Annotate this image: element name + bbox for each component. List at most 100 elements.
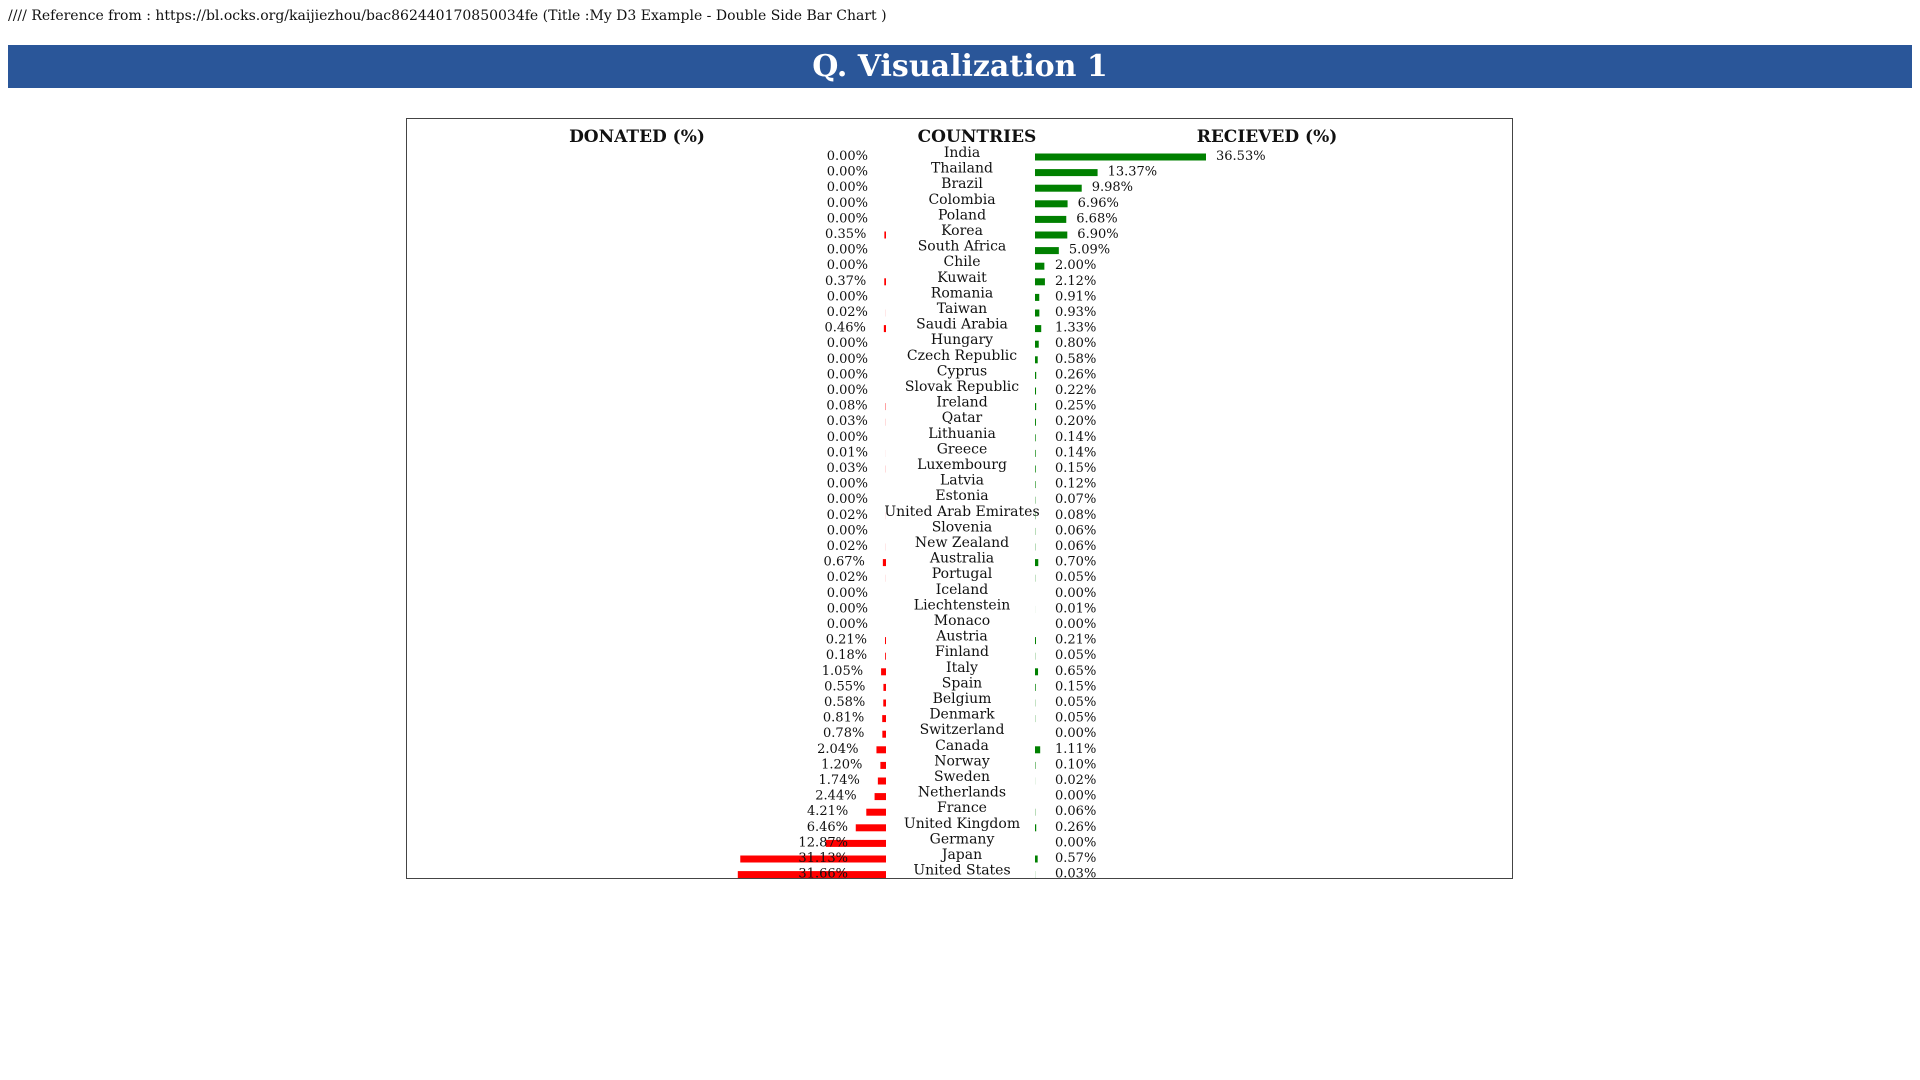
- received-bar: [1035, 403, 1037, 411]
- received-value-label: 0.12%: [1055, 477, 1096, 492]
- country-label: South Africa: [918, 239, 1007, 255]
- received-value-label: 0.26%: [1055, 820, 1096, 835]
- country-label: Brazil: [941, 176, 983, 192]
- received-bar: [1035, 449, 1036, 457]
- received-bar: [1035, 340, 1039, 348]
- country-label: Denmark: [929, 707, 995, 723]
- received-value-label: 0.08%: [1055, 508, 1096, 523]
- donated-bar: [884, 278, 886, 286]
- country-label: Hungary: [931, 332, 993, 348]
- received-value-label: 0.03%: [1055, 867, 1096, 878]
- header-received: RECIEVED (%): [1197, 127, 1338, 147]
- received-bar: [1035, 387, 1037, 395]
- chart-svg: DONATED (%) COUNTRIES RECIEVED (%) India…: [569, 127, 1338, 878]
- donated-bar: [884, 231, 886, 239]
- donated-bar: [882, 715, 886, 723]
- received-value-label: 0.05%: [1055, 570, 1096, 585]
- received-value-label: 36.53%: [1216, 149, 1266, 164]
- received-bar: [1035, 434, 1036, 442]
- received-value-label: 0.05%: [1055, 648, 1096, 663]
- received-value-label: 1.33%: [1055, 321, 1096, 336]
- donated-bar: [882, 730, 886, 738]
- chart-rows: India 0.00% 36.53% Thailand 0.00% 13.37% Brazi…: [737, 145, 1266, 878]
- received-bar: [1035, 278, 1045, 286]
- received-bar: [1035, 824, 1037, 832]
- country-label: United States: [913, 863, 1010, 878]
- country-label: Canada: [935, 738, 989, 754]
- donated-bar: [855, 824, 886, 832]
- received-bar: [1035, 153, 1206, 161]
- page-title: Q. Visualization 1: [812, 49, 1108, 84]
- received-value-label: 0.00%: [1055, 586, 1096, 601]
- donated-bar: [885, 652, 886, 660]
- donated-value-label: 31.66%: [798, 867, 848, 878]
- received-value-label: 6.96%: [1078, 196, 1119, 211]
- donated-value-label: 0.02%: [827, 539, 868, 554]
- donated-value-label: 2.44%: [815, 789, 856, 804]
- country-label: Monaco: [934, 613, 990, 629]
- received-bar: [1035, 746, 1041, 754]
- received-value-label: 0.05%: [1055, 695, 1096, 710]
- donated-bar: [885, 637, 886, 645]
- header-countries: COUNTRIES: [918, 127, 1037, 147]
- donated-value-label: 0.00%: [827, 149, 868, 164]
- received-bar: [1035, 247, 1059, 255]
- donated-value-label: 2.04%: [817, 742, 858, 757]
- donated-value-label: 0.00%: [827, 165, 868, 180]
- received-bar: [1035, 668, 1039, 676]
- country-label: Korea: [941, 223, 983, 239]
- received-value-label: 6.90%: [1077, 227, 1118, 242]
- donated-value-label: 0.00%: [827, 336, 868, 351]
- country-label: Slovak Republic: [905, 379, 1019, 395]
- received-value-label: 0.91%: [1055, 289, 1096, 304]
- country-label: New Zealand: [915, 535, 1009, 551]
- donated-bar: [882, 559, 886, 567]
- received-value-label: 0.00%: [1055, 789, 1096, 804]
- country-label: United Kingdom: [904, 816, 1020, 832]
- donated-value-label: 0.00%: [827, 367, 868, 382]
- received-value-label: 0.06%: [1055, 523, 1096, 538]
- country-label: Taiwan: [937, 301, 987, 317]
- donated-value-label: 12.87%: [798, 835, 848, 850]
- received-bar: [1035, 215, 1067, 223]
- country-label: Luxembourg: [917, 457, 1007, 473]
- received-bar: [1035, 371, 1037, 379]
- donated-bar: [880, 761, 886, 769]
- donated-value-label: 0.00%: [827, 258, 868, 273]
- received-value-label: 0.25%: [1055, 399, 1096, 414]
- received-bar: [1035, 169, 1098, 177]
- received-bar: [1035, 637, 1036, 645]
- country-label: Latvia: [940, 473, 984, 489]
- received-bar: [1035, 231, 1068, 239]
- country-label: Qatar: [942, 410, 983, 426]
- received-value-label: 0.21%: [1055, 633, 1096, 648]
- donated-value-label: 0.00%: [827, 430, 868, 445]
- donated-value-label: 0.00%: [827, 289, 868, 304]
- received-value-label: 13.37%: [1108, 165, 1158, 180]
- donated-value-label: 0.01%: [827, 445, 868, 460]
- country-label: Saudi Arabia: [916, 317, 1008, 333]
- country-label: Poland: [938, 207, 986, 223]
- received-value-label: 2.12%: [1055, 274, 1096, 289]
- received-value-label: 0.02%: [1055, 773, 1096, 788]
- header-donated: DONATED (%): [569, 127, 705, 147]
- country-label: Lithuania: [928, 426, 996, 442]
- country-label: France: [937, 800, 987, 816]
- country-label: Spain: [942, 675, 982, 691]
- received-value-label: 0.06%: [1055, 804, 1096, 819]
- received-value-label: 0.65%: [1055, 664, 1096, 679]
- received-bar: [1035, 418, 1036, 426]
- donated-value-label: 0.58%: [824, 695, 865, 710]
- received-value-label: 0.01%: [1055, 601, 1096, 616]
- country-label: Liechtenstein: [914, 597, 1010, 613]
- country-label: United Arab Emirates: [884, 504, 1039, 520]
- donated-value-label: 0.81%: [823, 711, 864, 726]
- country-label: Austria: [935, 629, 987, 645]
- received-value-label: 0.00%: [1055, 726, 1096, 741]
- received-value-label: 0.93%: [1055, 305, 1096, 320]
- donated-value-label: 0.00%: [827, 180, 868, 195]
- donated-value-label: 0.46%: [825, 321, 866, 336]
- received-value-label: 0.20%: [1055, 414, 1096, 429]
- donated-bar: [883, 683, 886, 691]
- received-bar: [1035, 356, 1038, 364]
